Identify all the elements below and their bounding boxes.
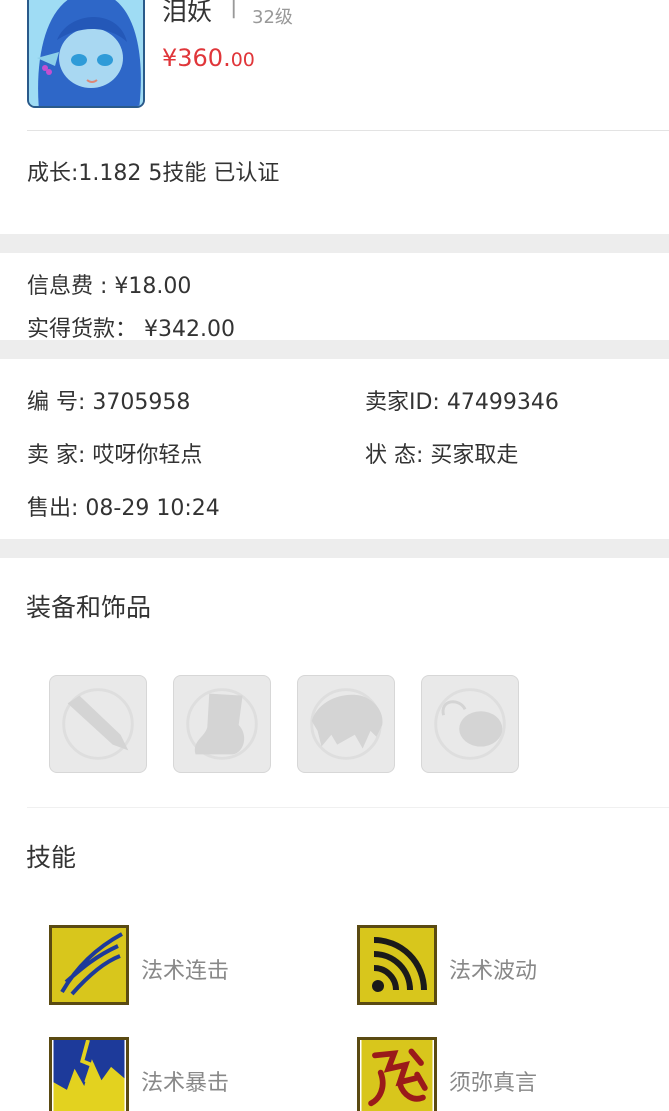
seller-name: 卖 家: 哎呀你轻点: [27, 443, 203, 468]
equipment-divider: [27, 807, 669, 808]
order-number: 编 号: 3705958: [27, 390, 191, 415]
order-status: 状 态: 买家取走: [365, 443, 519, 468]
net-payment: 实得货款： ¥342.00: [27, 317, 235, 342]
section-gap: [0, 340, 669, 359]
pet-name: 泪妖: [162, 0, 213, 26]
equip-slot-boots[interactable]: [173, 675, 271, 773]
pet-avatar: [27, 0, 145, 108]
equipment-title: 装备和饰品: [26, 593, 152, 622]
boots-icon: [186, 688, 258, 760]
equip-slot-weapon[interactable]: [49, 675, 147, 773]
sold-time: 售出: 08-29 10:24: [27, 496, 220, 521]
skill-sumeru-mantra[interactable]: [357, 1037, 437, 1111]
spell-combo-icon: [52, 928, 126, 1002]
accessory-icon: [434, 688, 506, 760]
pet-portrait-icon: [29, 0, 143, 106]
name-separator: |: [230, 0, 238, 19]
spell-crit-icon: [53, 1040, 125, 1111]
skill-label: 法术连击: [141, 959, 230, 984]
pet-level: 32级: [252, 7, 293, 28]
skill-spell-wave[interactable]: [357, 925, 437, 1005]
skill-label: 须弥真言: [449, 1071, 538, 1096]
price-cents: 00: [230, 49, 255, 71]
header-divider: [27, 130, 669, 131]
price: ¥360.00: [162, 44, 255, 72]
skills-title: 技能: [26, 843, 77, 872]
equip-slot-armor[interactable]: [297, 675, 395, 773]
equip-slot-accessory[interactable]: [421, 675, 519, 773]
info-fee: 信息费 : ¥18.00: [27, 274, 192, 299]
skill-label: 法术暴击: [141, 1071, 230, 1096]
pet-attributes: 成长:1.182 5技能 已认证: [27, 161, 280, 186]
price-main: ¥360.: [162, 44, 231, 72]
seller-id: 卖家ID: 47499346: [365, 390, 559, 415]
sumeru-mantra-icon: [361, 1040, 433, 1111]
skill-spell-crit[interactable]: [49, 1037, 129, 1111]
armor-icon: [310, 688, 383, 760]
weapon-icon: [62, 688, 134, 760]
skill-spell-combo[interactable]: [49, 925, 129, 1005]
skill-label: 法术波动: [449, 959, 538, 984]
section-gap: [0, 234, 669, 253]
section-gap: [0, 539, 669, 558]
spell-wave-icon: [360, 928, 434, 1002]
